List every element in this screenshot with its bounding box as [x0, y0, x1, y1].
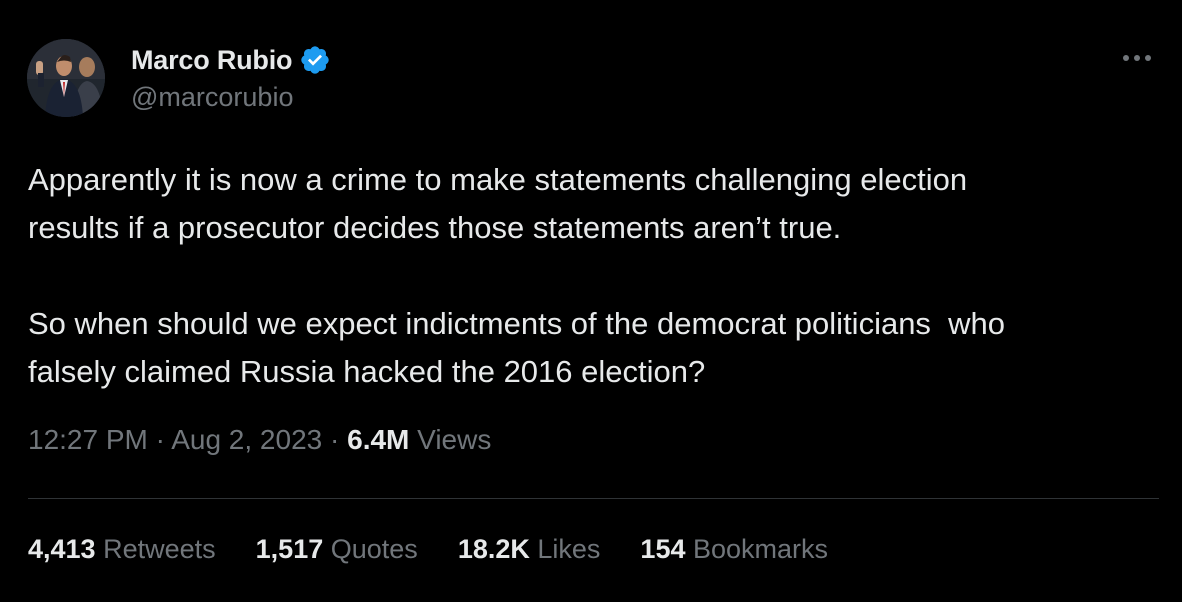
stat-count: 4,413 — [28, 534, 96, 564]
meta-separator: · — [322, 424, 348, 455]
divider — [28, 498, 1159, 499]
stat-count: 1,517 — [255, 534, 324, 564]
author-display-name[interactable]: Marco Rubio — [131, 45, 293, 76]
more-options-icon[interactable] — [1119, 46, 1155, 70]
stat-label: Retweets — [103, 534, 216, 564]
stat-retweets[interactable]: 4,413 Retweets — [28, 534, 216, 565]
views-count: 6.4M — [347, 424, 410, 455]
tweet-paragraph: Apparently it is now a crime to make sta… — [28, 162, 968, 245]
author-handle[interactable]: @marcorubio — [131, 82, 293, 113]
stat-bookmarks[interactable]: 154 Bookmarks — [640, 534, 828, 565]
stat-label: Bookmarks — [693, 534, 829, 564]
stat-label: Quotes — [330, 534, 418, 564]
tweet-date[interactable]: Aug 2, 2023 — [171, 424, 322, 455]
tweet-meta: 12:27 PM · Aug 2, 2023 · 6.4M Views — [28, 424, 491, 456]
tweet-paragraph: So when should we expect indictments of … — [28, 306, 1006, 389]
engagement-stats: 4,413 Retweets 1,517 Quotes 18.2K Likes … — [28, 534, 868, 565]
tweet-time[interactable]: 12:27 PM — [28, 424, 148, 455]
stat-label: Likes — [537, 534, 601, 564]
avatar[interactable] — [27, 39, 105, 117]
tweet-text: Apparently it is now a crime to make sta… — [28, 156, 1168, 396]
stat-count: 154 — [640, 534, 686, 564]
views-label: Views — [417, 424, 492, 455]
stat-likes[interactable]: 18.2K Likes — [458, 534, 601, 565]
stat-quotes[interactable]: 1,517 Quotes — [256, 534, 418, 565]
verified-badge-icon[interactable] — [299, 44, 331, 76]
tweet-card: Marco Rubio @marcorubio Apparently it is… — [0, 0, 1182, 602]
meta-separator: · — [147, 424, 172, 455]
author-name-row: Marco Rubio — [131, 43, 331, 77]
stat-count: 18.2K — [457, 534, 530, 564]
